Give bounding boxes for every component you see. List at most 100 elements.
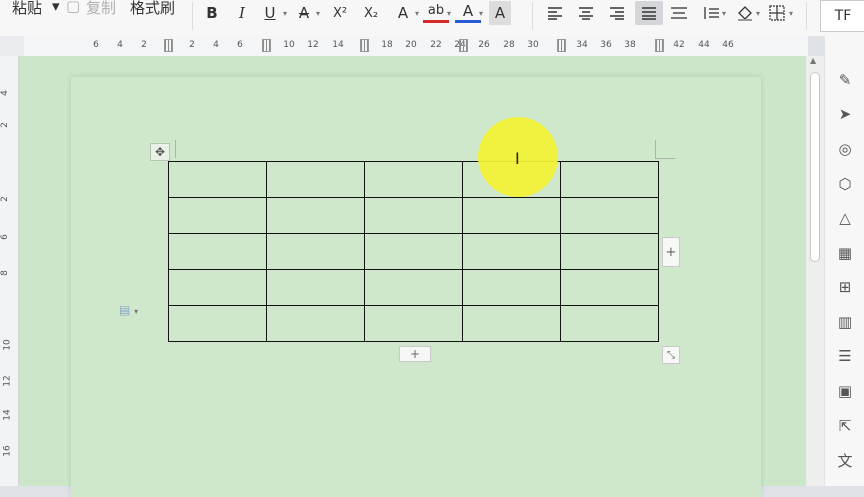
line-spacing-icon: [704, 7, 719, 19]
pointer-icon[interactable]: ➤: [835, 104, 855, 124]
add-column-button[interactable]: +: [662, 237, 680, 267]
apps-icon[interactable]: ⊞: [835, 277, 855, 297]
bold-button[interactable]: B: [199, 1, 225, 25]
ruler-tick-label: 42: [673, 40, 685, 50]
table-cell[interactable]: [266, 269, 365, 306]
font-color-button[interactable]: A: [455, 1, 481, 23]
image-icon[interactable]: ▣: [835, 381, 855, 401]
table-cell[interactable]: [364, 233, 463, 270]
ruler-tick-label: 12: [2, 375, 13, 387]
document-page[interactable]: ✥ + + ⤡ ▤ ▾: [71, 77, 761, 497]
style-preview-button[interactable]: TF: [820, 0, 864, 32]
borders-button[interactable]: [764, 1, 790, 25]
table-move-handle[interactable]: ✥: [150, 143, 170, 161]
align-right-button[interactable]: [604, 1, 630, 25]
paste-dropdown-icon[interactable]: ▾: [52, 0, 60, 15]
ruler-column-marker[interactable]: [655, 39, 664, 52]
ruler-column-marker[interactable]: [164, 39, 173, 52]
chart-icon[interactable]: ▥: [835, 312, 855, 332]
vertical-ruler[interactable]: 4 2 2 6 8 10 12 14 16: [0, 56, 19, 486]
format-painter-button[interactable]: 格式刷: [130, 0, 175, 18]
ruler-column-marker[interactable]: [459, 39, 468, 52]
add-row-button[interactable]: +: [399, 346, 431, 362]
pen-icon[interactable]: ✎: [835, 70, 855, 90]
table-cell[interactable]: [266, 233, 365, 270]
table-cell[interactable]: [462, 269, 561, 306]
table-cell[interactable]: [560, 269, 659, 306]
table-cell[interactable]: [462, 233, 561, 270]
ruler-tick-label: 30: [527, 40, 539, 50]
line-spacing-button[interactable]: [698, 1, 724, 25]
ruler-column-marker[interactable]: [360, 39, 369, 52]
table-cell[interactable]: [168, 269, 267, 306]
table-cell[interactable]: [168, 305, 267, 342]
divider: [532, 2, 533, 30]
subscript-button[interactable]: X₂: [358, 1, 384, 25]
copy-button[interactable]: 复制: [86, 0, 116, 18]
table-resize-handle[interactable]: ⤡: [662, 346, 680, 364]
table-cell[interactable]: [364, 305, 463, 342]
ruler-column-marker[interactable]: [262, 39, 271, 52]
horizontal-ruler[interactable]: 64224610121418202224262830343638424446: [0, 36, 808, 56]
styles-icon[interactable]: △: [835, 208, 855, 228]
align-center-button[interactable]: [573, 1, 599, 25]
table-cell[interactable]: [266, 197, 365, 234]
table-cell[interactable]: [266, 305, 365, 342]
align-left-button[interactable]: [542, 1, 568, 25]
margin-corner-mark: [175, 140, 176, 158]
settings-sliders-icon[interactable]: ☰: [835, 346, 855, 366]
table-cell[interactable]: [168, 161, 267, 198]
align-left-icon: [548, 7, 562, 20]
underline-dropdown-icon[interactable]: ▾: [283, 9, 287, 18]
table-icon[interactable]: ▦: [835, 243, 855, 263]
table-cell[interactable]: [462, 197, 561, 234]
table[interactable]: [168, 161, 659, 342]
ruler-tick-label: 8: [0, 270, 10, 276]
table-cell[interactable]: [462, 305, 561, 342]
scroll-up-icon[interactable]: ▲: [810, 56, 820, 66]
table-cell[interactable]: [168, 197, 267, 234]
paste-button[interactable]: 粘贴: [12, 0, 42, 18]
table-cell[interactable]: [266, 161, 365, 198]
vertical-scrollbar[interactable]: ▲: [806, 56, 824, 486]
borders-dropdown-icon[interactable]: ▾: [789, 9, 793, 18]
shading-dropdown-icon[interactable]: ▾: [756, 9, 760, 18]
table-cell[interactable]: [560, 197, 659, 234]
highlight-dropdown-icon[interactable]: ▾: [447, 9, 451, 18]
table-cell[interactable]: [560, 305, 659, 342]
ruler-tick-label: 28: [503, 40, 515, 50]
table-cell[interactable]: [560, 161, 659, 198]
ruler-tick-label: 20: [405, 40, 417, 50]
move-icon: ✥: [154, 145, 166, 159]
font-color-dropdown-icon[interactable]: ▾: [479, 9, 483, 18]
distributed-align-button[interactable]: [666, 1, 692, 25]
line-spacing-dropdown-icon[interactable]: ▾: [722, 9, 726, 18]
justify-button[interactable]: [635, 1, 663, 25]
italic-button[interactable]: I: [229, 1, 255, 25]
table-cell[interactable]: [560, 233, 659, 270]
copy-icon: ▢: [66, 0, 81, 15]
table-cell[interactable]: [364, 161, 463, 198]
superscript-button[interactable]: X²: [327, 1, 353, 25]
shapes-icon[interactable]: ⬡: [835, 174, 855, 194]
ruler-column-marker[interactable]: [557, 39, 566, 52]
char-shading-button[interactable]: A: [489, 1, 511, 25]
translate-icon[interactable]: 文: [835, 450, 855, 470]
table-cell[interactable]: [364, 197, 463, 234]
scrollbar-thumb[interactable]: [810, 72, 820, 262]
font-effect-dropdown-icon[interactable]: ▾: [415, 9, 419, 18]
font-effect-button[interactable]: A: [390, 1, 416, 25]
ruler-tick-label: 4: [213, 40, 219, 50]
ruler-tick-label: 34: [576, 40, 588, 50]
strikethrough-button[interactable]: A: [291, 1, 317, 25]
table-cell[interactable]: [364, 269, 463, 306]
table-cell[interactable]: [168, 233, 267, 270]
ruler-tick-label: 6: [237, 40, 243, 50]
share-icon[interactable]: ⇱: [835, 416, 855, 436]
underline-button[interactable]: U: [257, 1, 283, 25]
paragraph-layout-icon[interactable]: ▤ ▾: [119, 303, 138, 317]
highlight-button[interactable]: ab: [423, 1, 449, 23]
strikethrough-dropdown-icon[interactable]: ▾: [316, 9, 320, 18]
location-icon[interactable]: ◎: [835, 139, 855, 159]
shading-button[interactable]: [732, 1, 758, 25]
